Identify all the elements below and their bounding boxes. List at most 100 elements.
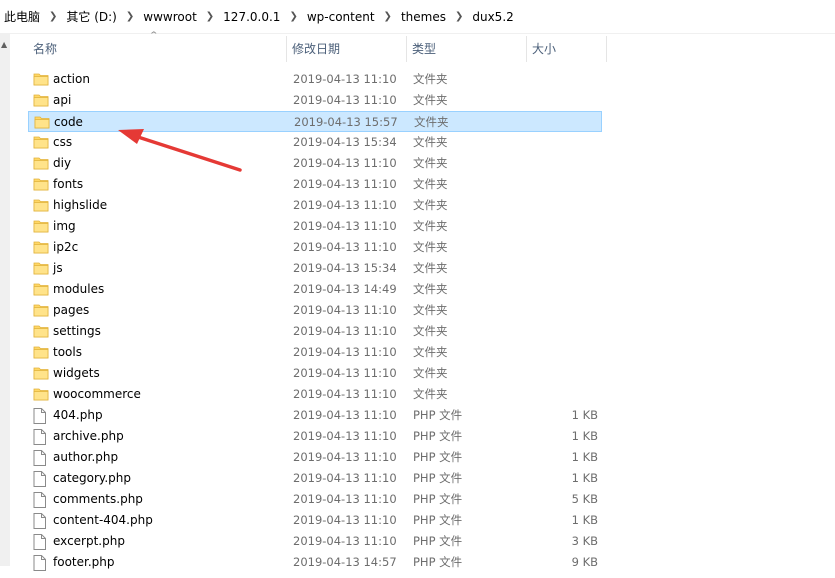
file-date: 2019-04-13 11:10	[293, 72, 397, 86]
file-row[interactable]: js 2019-04-13 15:34 文件夹	[28, 258, 602, 279]
file-date: 2019-04-13 11:10	[293, 93, 397, 107]
file-row[interactable]: content-404.php 2019-04-13 11:10 PHP 文件 1 K…	[28, 510, 602, 531]
file-type: 文件夹	[413, 303, 448, 317]
file-date: 2019-04-13 11:10	[293, 513, 397, 527]
breadcrumb-item[interactable]: 其它 (D:)	[66, 8, 116, 25]
file-size	[498, 279, 598, 300]
folder-icon	[33, 345, 49, 360]
file-name: 404.php	[53, 408, 103, 422]
file-date: 2019-04-13 11:10	[293, 240, 397, 254]
file-row[interactable]: woocommerce 2019-04-13 11:10 文件夹	[28, 384, 602, 405]
file-date: 2019-04-13 11:10	[293, 471, 397, 485]
file-date: 2019-04-13 11:10	[293, 534, 397, 548]
file-row[interactable]: excerpt.php 2019-04-13 11:10 PHP 文件 3 KB	[28, 531, 602, 552]
file-size	[498, 258, 598, 279]
breadcrumb[interactable]: 此电脑 ❯ 其它 (D:) ❯ wwwroot ❯ 127.0.0.1 ❯ wp…	[0, 0, 835, 33]
chevron-right-icon[interactable]: ❯	[49, 11, 57, 22]
file-type: PHP 文件	[413, 471, 463, 485]
file-name: category.php	[53, 471, 131, 485]
folder-icon	[33, 72, 49, 87]
file-type: PHP 文件	[413, 513, 463, 527]
file-icon	[33, 429, 46, 445]
folder-icon	[33, 156, 49, 171]
file-size: 5 KB	[571, 492, 598, 506]
folder-icon	[33, 240, 49, 255]
annotation-arrow-icon	[118, 129, 242, 172]
file-name: action	[53, 72, 90, 86]
file-size	[498, 132, 598, 153]
file-row[interactable]: settings 2019-04-13 11:10 文件夹	[28, 321, 602, 342]
column-header-type[interactable]: 类型	[407, 36, 527, 62]
file-icon	[33, 471, 46, 487]
file-icon	[33, 492, 46, 508]
file-row[interactable]: pages 2019-04-13 11:10 文件夹	[28, 300, 602, 321]
file-icon	[33, 555, 46, 571]
breadcrumb-item[interactable]: wwwroot	[143, 10, 197, 24]
column-header-size[interactable]: 大小	[527, 36, 607, 62]
file-type: 文件夹	[413, 198, 448, 212]
file-type: 文件夹	[413, 177, 448, 191]
file-date: 2019-04-13 11:10	[293, 492, 397, 506]
file-row[interactable]: api 2019-04-13 11:10 文件夹	[28, 90, 602, 111]
file-row[interactable]: footer.php 2019-04-13 14:57 PHP 文件 9 KB	[28, 552, 602, 573]
file-row[interactable]: img 2019-04-13 11:10 文件夹	[28, 216, 602, 237]
file-name: comments.php	[53, 492, 143, 506]
file-row[interactable]: ip2c 2019-04-13 11:10 文件夹	[28, 237, 602, 258]
file-type: 文件夹	[413, 324, 448, 338]
file-row[interactable]: tools 2019-04-13 11:10 文件夹	[28, 342, 602, 363]
file-size: 9 KB	[571, 555, 598, 569]
column-header-row: 名称 修改日期 类型 大小	[0, 36, 835, 62]
chevron-right-icon[interactable]: ❯	[126, 11, 134, 22]
breadcrumb-item[interactable]: 此电脑	[4, 8, 40, 25]
file-date: 2019-04-13 11:10	[293, 345, 397, 359]
file-row[interactable]: modules 2019-04-13 14:49 文件夹	[28, 279, 602, 300]
breadcrumb-item[interactable]: themes	[401, 10, 446, 24]
file-type: 文件夹	[414, 115, 449, 129]
folder-icon	[33, 261, 49, 276]
file-date: 2019-04-13 11:10	[293, 177, 397, 191]
file-row[interactable]: widgets 2019-04-13 11:10 文件夹	[28, 363, 602, 384]
folder-icon	[33, 366, 49, 381]
chevron-right-icon[interactable]: ❯	[384, 11, 392, 22]
file-name: fonts	[53, 177, 84, 191]
file-row[interactable]: author.php 2019-04-13 11:10 PHP 文件 1 KB	[28, 447, 602, 468]
file-row[interactable]: action 2019-04-13 11:10 文件夹	[28, 69, 602, 90]
vertical-scrollbar[interactable]	[0, 34, 10, 566]
file-icon	[33, 450, 46, 466]
file-type: 文件夹	[413, 72, 448, 86]
file-row[interactable]: highslide 2019-04-13 11:10 文件夹	[28, 195, 602, 216]
file-size	[498, 342, 598, 363]
chevron-right-icon[interactable]: ❯	[455, 11, 463, 22]
breadcrumb-item[interactable]: 127.0.0.1	[223, 10, 280, 24]
column-header-date[interactable]: 修改日期	[287, 36, 407, 62]
file-size	[498, 321, 598, 342]
file-row[interactable]: 404.php 2019-04-13 11:10 PHP 文件 1 KB	[28, 405, 602, 426]
chevron-right-icon[interactable]: ❯	[289, 11, 297, 22]
file-size: 3 KB	[571, 534, 598, 548]
file-row[interactable]: archive.php 2019-04-13 11:10 PHP 文件 1 KB	[28, 426, 602, 447]
file-date: 2019-04-13 11:10	[293, 198, 397, 212]
breadcrumb-item[interactable]: wp-content	[307, 10, 375, 24]
file-name: archive.php	[53, 429, 124, 443]
file-date: 2019-04-13 11:10	[293, 429, 397, 443]
file-name: ip2c	[53, 240, 79, 254]
file-name: content-404.php	[53, 513, 153, 527]
file-date: 2019-04-13 11:10	[293, 450, 397, 464]
file-date: 2019-04-13 11:10	[293, 387, 397, 401]
file-date: 2019-04-13 11:10	[293, 408, 397, 422]
file-name: excerpt.php	[53, 534, 125, 548]
column-header-name[interactable]: 名称	[28, 36, 287, 62]
file-row[interactable]: comments.php 2019-04-13 11:10 PHP 文件 5 KB	[28, 489, 602, 510]
chevron-right-icon[interactable]: ❯	[206, 11, 214, 22]
file-name: widgets	[53, 366, 100, 380]
file-size: 1 KB	[571, 408, 598, 422]
file-row[interactable]: category.php 2019-04-13 11:10 PHP 文件 1 KB	[28, 468, 602, 489]
file-size	[498, 300, 598, 321]
breadcrumb-item[interactable]: dux5.2	[472, 10, 513, 24]
file-size	[498, 153, 598, 174]
folder-icon	[33, 198, 49, 213]
file-name: code	[54, 115, 83, 129]
file-name: api	[53, 93, 72, 107]
file-icon	[33, 513, 46, 529]
folder-icon	[33, 387, 49, 402]
